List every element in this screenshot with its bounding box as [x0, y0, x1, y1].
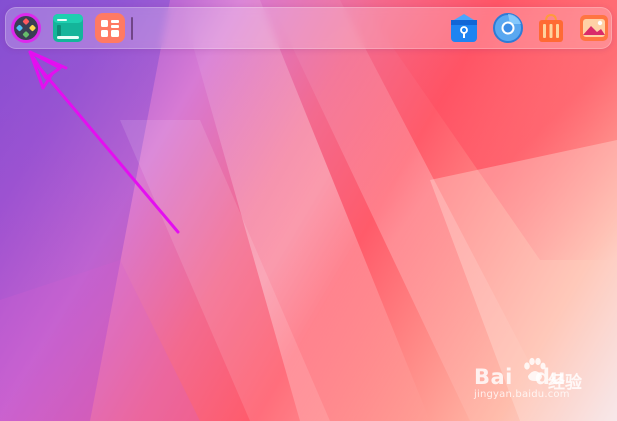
- watermark-url: jingyan.baidu.com: [474, 389, 570, 400]
- app-grid-icon[interactable]: [94, 12, 126, 44]
- browser-icon[interactable]: [492, 12, 524, 44]
- app-store-icon[interactable]: [448, 12, 480, 44]
- photo-viewer-icon[interactable]: [578, 12, 610, 44]
- system-monitor-icon[interactable]: [52, 12, 84, 44]
- paw-icon: [524, 357, 546, 381]
- dock-separator: [131, 17, 133, 40]
- dock: [5, 7, 612, 49]
- shopping-bag-icon[interactable]: [535, 12, 567, 44]
- baidu-watermark: Bai du 经验 jingyan.baidu.com: [466, 351, 611, 409]
- launcher-icon[interactable]: [10, 12, 42, 44]
- desktop: Bai du 经验 jingyan.baidu.com: [0, 0, 617, 421]
